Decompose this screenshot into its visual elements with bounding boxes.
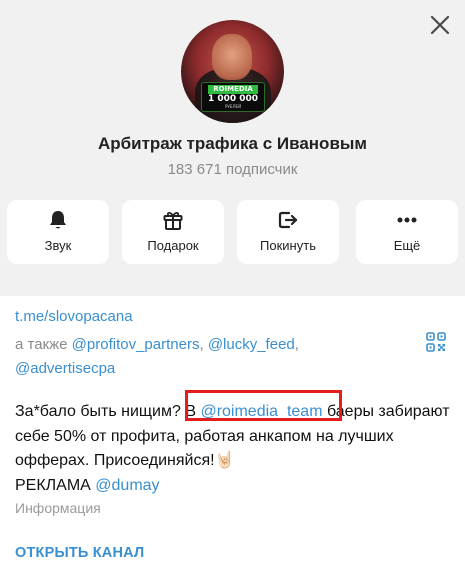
gift-button[interactable]: Подарок [122, 200, 224, 264]
avatar-brand: ROIMEDIA [208, 85, 258, 94]
avatar-person-face [212, 34, 252, 80]
also-link-profitov[interactable]: @profitov_partners [72, 336, 200, 353]
sound-button-label: Звук [44, 238, 72, 253]
mention-roimedia-team[interactable]: @roimedia_team [200, 403, 322, 420]
channel-avatar: ROIMEDIA 1 000 000 РУБЛЕЙ [181, 20, 284, 123]
qr-code-icon[interactable] [426, 332, 446, 352]
also-link-advertisecpa[interactable]: @advertisecpa [15, 360, 115, 377]
gift-icon [163, 211, 183, 230]
also-links: а также @profitov_partners, @lucky_feed,… [15, 333, 335, 381]
leave-button[interactable]: Покинуть [237, 200, 339, 264]
channel-title: Арбитраж трафика с Ивановым [97, 134, 367, 153]
description-text-start: За*бало быть нищим? В [15, 403, 201, 420]
open-channel-button[interactable]: ОТКРЫТЬ КАНАЛ [15, 545, 144, 561]
also-prefix: а также [15, 336, 72, 353]
also-separator: , [199, 336, 208, 353]
also-separator: , [294, 336, 299, 353]
leave-button-label: Покинуть [260, 238, 316, 253]
sound-button[interactable]: Звук [7, 200, 109, 264]
avatar-currency: РУБЛЕЙ [224, 104, 242, 109]
bell-icon [50, 211, 66, 229]
also-link-lucky-feed[interactable]: @lucky_feed [208, 336, 295, 353]
more-dots-icon [397, 217, 417, 223]
leave-icon [278, 211, 298, 229]
mention-dumay[interactable]: @dumay [95, 477, 159, 494]
channel-info-card: t.me/slovopacana а также @profitov_partn… [0, 296, 465, 576]
rock-hand-emoji: 🤘🏻 [214, 452, 235, 469]
more-button[interactable]: Ещё [356, 200, 458, 264]
channel-description: За*бало быть нищим? В @roimedia_team бае… [15, 400, 455, 498]
action-buttons: Звук Подарок Покинуть Ещё [7, 200, 458, 264]
more-button-label: Ещё [393, 238, 421, 253]
subscriber-count: 183 671 подписчик [167, 161, 298, 178]
avatar-amount: 1 000 000 [207, 94, 259, 104]
close-icon[interactable] [429, 14, 451, 36]
gift-button-label: Подарок [147, 238, 199, 253]
channel-link[interactable]: t.me/slovopacana [15, 308, 133, 325]
info-section-label: Информация [15, 500, 101, 516]
avatar-badge: ROIMEDIA 1 000 000 РУБЛЕЙ [201, 82, 265, 112]
ad-label: РЕКЛАМА [15, 476, 96, 494]
channel-header: ROIMEDIA 1 000 000 РУБЛЕЙ Арбитраж трафи… [0, 0, 465, 284]
